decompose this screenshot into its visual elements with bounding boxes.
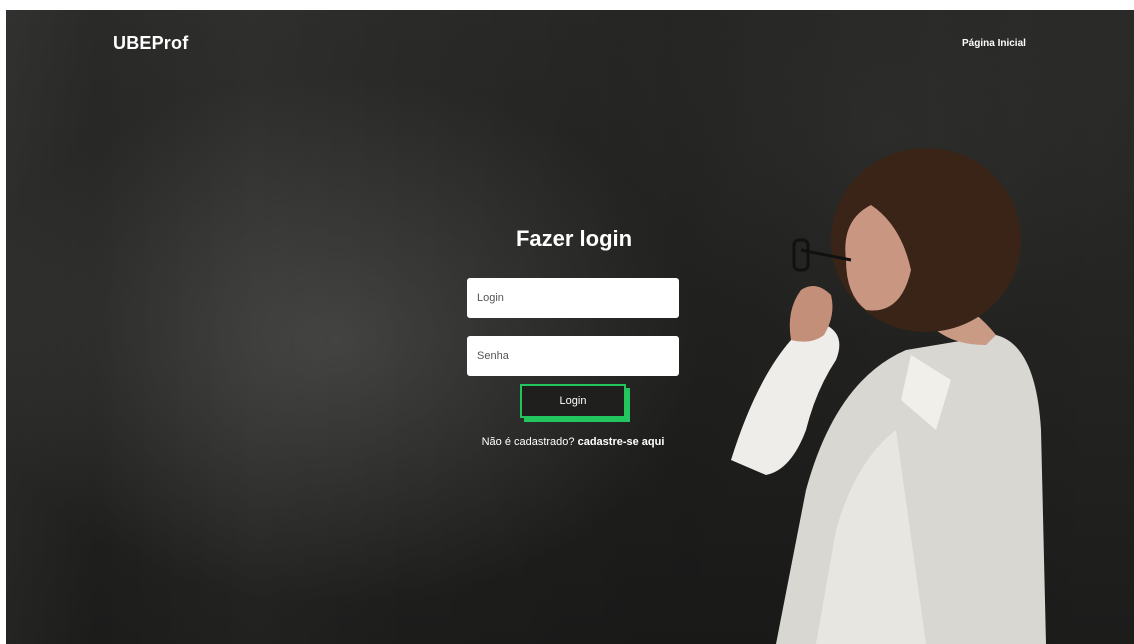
login-button[interactable]: Login (520, 384, 626, 418)
teacher-photo (731, 148, 1046, 644)
signup-prompt: Não é cadastrado? cadastre-se aqui (446, 436, 700, 448)
nav-home-link[interactable]: Página Inicial (962, 38, 1026, 49)
signup-prompt-text: Não é cadastrado? (481, 436, 575, 448)
password-input[interactable] (467, 336, 679, 376)
login-input[interactable] (467, 278, 679, 318)
signup-link[interactable]: cadastre-se aqui (578, 436, 665, 448)
login-button-wrapper: Login (520, 384, 630, 424)
hero-background: UBEProf Página Inicial Fazer login Login… (6, 10, 1134, 644)
brand-logo[interactable]: UBEProf (113, 33, 188, 54)
login-title: Fazer login (515, 226, 633, 251)
